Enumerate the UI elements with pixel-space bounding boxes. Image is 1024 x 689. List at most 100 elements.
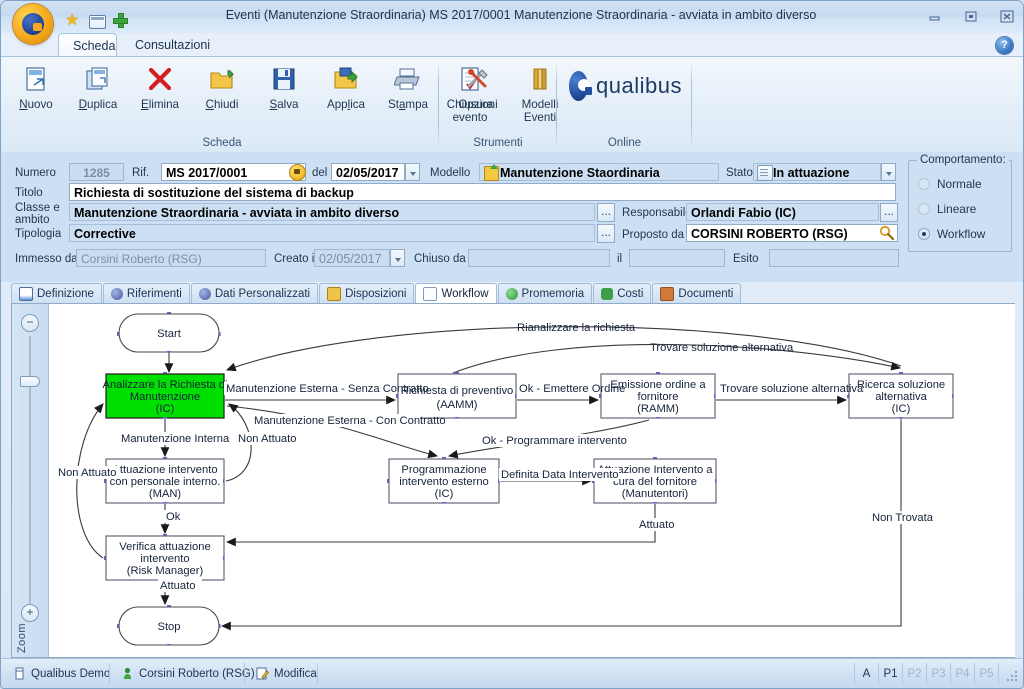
custom-data-icon bbox=[198, 287, 211, 300]
lock-icon[interactable] bbox=[289, 164, 306, 181]
close-folder-icon bbox=[209, 63, 235, 95]
node-ricerca-soluzione[interactable]: Ricerca soluzione alternativa (IC) bbox=[847, 372, 954, 419]
page-tab-promemoria[interactable]: Promemoria bbox=[497, 283, 593, 303]
node-analizzare-richiesta[interactable]: Analizzare la Richiesta di Manutenzione … bbox=[103, 372, 228, 419]
page-tab-disposizioni[interactable]: Disposizioni bbox=[319, 283, 415, 303]
creato-dropdown[interactable] bbox=[390, 249, 405, 267]
ribbon-button-opzioni[interactable]: Opzioni bbox=[447, 61, 509, 113]
page-tab-label: Disposizioni bbox=[345, 287, 407, 300]
maximize-icon[interactable] bbox=[963, 9, 979, 23]
rif-label: Rif. bbox=[132, 167, 150, 179]
svg-text:Manutenzione: Manutenzione bbox=[130, 391, 200, 403]
page-tab-costi[interactable]: Costi bbox=[593, 283, 652, 303]
chiuso-field[interactable] bbox=[468, 249, 610, 267]
edge-label: Ok - Programmare intervento bbox=[482, 435, 627, 447]
radio-lineare[interactable]: Lineare bbox=[918, 202, 976, 216]
ribbon-button-stampa[interactable]: Stampa bbox=[377, 61, 439, 113]
quick-access-toolbar: ★ bbox=[65, 13, 130, 30]
zoom-slider-thumb[interactable] bbox=[20, 376, 40, 387]
status-database[interactable]: Qualibus Demo bbox=[5, 664, 118, 683]
resize-grip[interactable] bbox=[1007, 671, 1019, 683]
zoom-in-button[interactable]: + bbox=[21, 604, 39, 622]
window-controls bbox=[927, 9, 1015, 23]
user-icon bbox=[121, 667, 134, 680]
edge-label: Attuato bbox=[639, 519, 674, 531]
page-tab-riferimenti[interactable]: Riferimenti bbox=[102, 283, 190, 303]
rif-field[interactable]: MS 2017/0001 bbox=[161, 163, 306, 181]
qualibus-wordmark: qualibus bbox=[596, 73, 682, 98]
page-tab-label: Documenti bbox=[678, 287, 734, 300]
svg-text:(IC): (IC) bbox=[892, 403, 911, 415]
modello-field[interactable]: Manutenzione Staordinaria bbox=[479, 163, 719, 181]
titolo-field[interactable]: Richiesta di sostituzione del sistema di… bbox=[69, 183, 896, 201]
page-tab-dati-personalizzati[interactable]: Dati Personalizzati bbox=[190, 283, 319, 303]
svg-text:Start: Start bbox=[157, 328, 182, 340]
qualibus-logo-icon[interactable]: qualibus bbox=[557, 57, 692, 101]
svg-text:fornitore: fornitore bbox=[637, 391, 678, 403]
stato-dropdown[interactable] bbox=[881, 163, 896, 181]
node-emissione-ordine[interactable]: Emissione ordine a fornitore (RAMM) bbox=[599, 372, 716, 419]
printer-icon bbox=[394, 63, 422, 95]
node-richiesta-preventivo[interactable]: Richiesta di preventivo (AAMM) bbox=[396, 372, 517, 419]
status-user[interactable]: Corsini Roberto (RSG) bbox=[113, 664, 263, 683]
radio-workflow[interactable]: Workflow bbox=[918, 227, 985, 241]
add-icon[interactable] bbox=[113, 13, 130, 30]
stato-label: Stato bbox=[726, 167, 753, 179]
zoom-out-button[interactable]: − bbox=[21, 314, 39, 332]
page-tab-definizione[interactable]: Definizione bbox=[11, 283, 102, 303]
page-tab-documenti[interactable]: Documenti bbox=[652, 283, 742, 303]
classe-browse-button[interactable]: ... bbox=[597, 203, 615, 222]
ribbon-button-elimina[interactable]: Elimina bbox=[129, 61, 191, 113]
immesso-field[interactable]: Corsini Roberto (RSG) bbox=[76, 249, 266, 267]
page-button-p5[interactable]: P5 bbox=[975, 663, 999, 684]
status-mode[interactable]: Modifica bbox=[248, 664, 325, 683]
definition-icon bbox=[19, 286, 33, 301]
chiuso-label: Chiuso da bbox=[414, 253, 466, 265]
node-attuazione-interno[interactable]: Attuazione intervento con personale inte… bbox=[104, 457, 225, 504]
node-start[interactable]: Start bbox=[117, 312, 221, 353]
zoom-label: Zoom bbox=[16, 622, 28, 653]
tab-consultazioni[interactable]: Consultazioni bbox=[121, 33, 224, 57]
classe-field[interactable]: Manutenzione Straordinaria - avviata in … bbox=[69, 203, 595, 221]
ribbon-group-label-scheda: Scheda bbox=[202, 137, 242, 149]
proposto-field[interactable]: CORSINI ROBERTO (RSG) bbox=[686, 224, 898, 242]
ribbon-button-applica[interactable]: Applica bbox=[315, 61, 377, 113]
radio-normale[interactable]: Normale bbox=[918, 177, 982, 191]
numero-field[interactable]: 1285 bbox=[69, 163, 124, 181]
responsabile-field[interactable]: Orlandi Fabio (IC) bbox=[686, 203, 879, 221]
del-date-dropdown[interactable] bbox=[405, 163, 420, 181]
radio-normale-dot bbox=[918, 178, 930, 190]
node-verifica-attuazione[interactable]: Verifica attuazione intervento (Risk Man… bbox=[104, 534, 225, 581]
page-tab-workflow[interactable]: Workflow bbox=[415, 283, 497, 303]
costs-icon bbox=[601, 287, 614, 300]
tipologia-field[interactable]: Corrective bbox=[69, 224, 595, 242]
minimize-icon[interactable] bbox=[927, 9, 943, 23]
esito-field[interactable] bbox=[769, 249, 899, 267]
page-button-p2[interactable]: P2 bbox=[903, 663, 927, 684]
favorites-icon[interactable]: ★ bbox=[65, 13, 82, 30]
edge-label: Rianalizzare la richiesta bbox=[517, 322, 636, 334]
window-icon[interactable] bbox=[89, 13, 106, 30]
svg-text:(MAN): (MAN) bbox=[149, 488, 182, 500]
ribbon-button-chiudi[interactable]: Chiudi bbox=[191, 61, 253, 113]
svg-text:Attuazione intervento: Attuazione intervento bbox=[112, 464, 217, 476]
magnifier-icon[interactable] bbox=[879, 225, 895, 241]
comportamento-title: Comportamento: bbox=[917, 154, 1009, 166]
page-button-p1[interactable]: P1 bbox=[879, 663, 903, 684]
page-button-p3[interactable]: P3 bbox=[927, 663, 951, 684]
workflow-diagram[interactable]: Start Analizzare la Richiesta di Manuten… bbox=[49, 304, 1015, 657]
close-icon[interactable] bbox=[999, 9, 1015, 23]
tab-scheda[interactable]: Scheda bbox=[58, 33, 117, 57]
del-date-field[interactable]: 02/05/2017 bbox=[331, 163, 405, 181]
ribbon-button-salva[interactable]: Salva bbox=[253, 61, 315, 113]
creato-field[interactable]: 02/05/2017 bbox=[314, 249, 390, 267]
tipologia-browse-button[interactable]: ... bbox=[597, 224, 615, 243]
il-field[interactable] bbox=[629, 249, 725, 267]
node-programmazione-esterno[interactable]: Programmazione intervento esterno (IC) bbox=[387, 457, 500, 504]
responsabile-browse-button[interactable]: ... bbox=[880, 203, 898, 222]
ribbon-button-nuovo[interactable]: Nuovo bbox=[5, 61, 67, 113]
page-button-a[interactable]: A bbox=[854, 663, 879, 684]
node-stop[interactable]: Stop bbox=[117, 605, 221, 646]
page-button-p4[interactable]: P4 bbox=[951, 663, 975, 684]
ribbon-button-duplica[interactable]: Duplica bbox=[67, 61, 129, 113]
